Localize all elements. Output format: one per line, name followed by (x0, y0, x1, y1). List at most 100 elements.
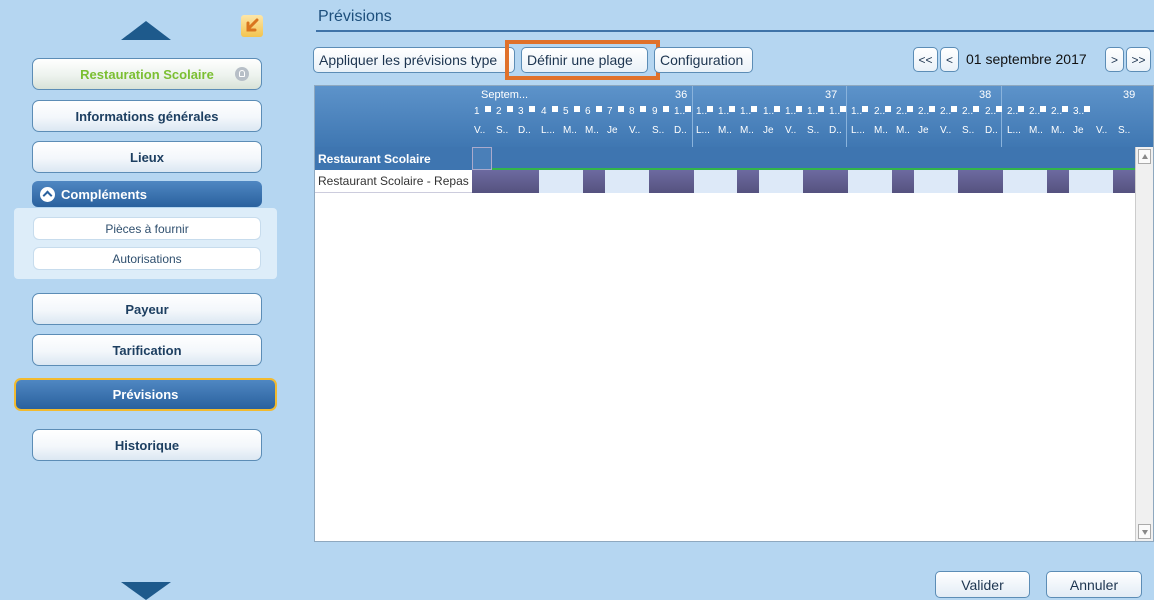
day-checkbox-icon[interactable] (663, 106, 669, 112)
sidebar-item-historique[interactable]: Historique (32, 429, 262, 461)
day-checkbox-icon[interactable] (862, 106, 868, 112)
booking-bar[interactable] (958, 170, 1003, 193)
apply-forecast-types-button[interactable]: Appliquer les prévisions type (313, 47, 515, 73)
lock-icon (235, 67, 249, 81)
booking-bar[interactable] (472, 170, 539, 193)
day-checkbox-icon[interactable] (796, 106, 802, 112)
item-row-band[interactable] (472, 170, 1135, 193)
sidebar-item-restauration-scolaire[interactable]: Restauration Scolaire (32, 58, 262, 90)
day-name: L... (541, 125, 555, 136)
day-number: 2.. (874, 106, 886, 117)
title-divider (316, 30, 1154, 32)
day-checkbox-icon[interactable] (818, 106, 824, 112)
previous-page-button[interactable]: < (940, 47, 959, 72)
week-number: 37 (825, 89, 838, 101)
day-checkbox-icon[interactable] (529, 106, 535, 112)
cancel-button[interactable]: Annuler (1046, 571, 1142, 598)
sidebar-item-informations-generales[interactable]: Informations générales (32, 100, 262, 132)
chevron-up-icon (40, 186, 55, 202)
sidebar-item-payeur[interactable]: Payeur (32, 293, 262, 325)
day-checkbox-icon[interactable] (507, 106, 513, 112)
sidebar-subitem-autorisations[interactable]: Autorisations (33, 247, 261, 270)
sidebar-item-lieux[interactable]: Lieux (32, 141, 262, 173)
sidebar-section-complements[interactable]: Compléments (32, 181, 262, 207)
day-name: D.. (829, 125, 842, 136)
week-number: 36 (675, 89, 688, 101)
booking-bar[interactable] (649, 170, 694, 193)
day-checkbox-icon[interactable] (574, 106, 580, 112)
scroll-down-arrow-icon[interactable] (121, 582, 171, 600)
sidebar-subitem-pieces-a-fournir[interactable]: Pièces à fournir (33, 217, 261, 240)
day-checkbox-icon[interactable] (552, 106, 558, 112)
grid-header: Septem... 36 37 38 39 1 2 3 4 5 6 7 8 9 1.. 1.. 1..… (315, 86, 1153, 147)
scroll-up-icon[interactable] (1138, 149, 1151, 164)
day-checkbox-icon[interactable] (885, 106, 891, 112)
booking-bar[interactable] (1113, 170, 1135, 193)
day-checkbox-icon[interactable] (1040, 106, 1046, 112)
day-number: 1.. (718, 106, 730, 117)
first-page-button[interactable]: << (913, 47, 938, 72)
day-checkbox-icon[interactable] (774, 106, 780, 112)
sidebar-item-tarification[interactable]: Tarification (32, 334, 262, 366)
configuration-label: Configuration (660, 52, 744, 68)
sidebar-subitem-label: Pièces à fournir (105, 221, 189, 236)
week-separator (846, 86, 847, 147)
day-checkbox-icon[interactable] (840, 106, 846, 112)
day-checkbox-icon[interactable] (618, 106, 624, 112)
day-checkbox-icon[interactable] (1018, 106, 1024, 112)
sidebar-item-label: Tarification (112, 342, 182, 358)
day-name: M.. (740, 125, 754, 136)
day-name: M.. (718, 125, 732, 136)
scroll-down-icon[interactable] (1138, 524, 1151, 539)
sidebar-item-label: Lieux (130, 149, 164, 165)
day-name: M.. (1051, 125, 1065, 136)
forecast-grid: Septem... 36 37 38 39 1 2 3 4 5 6 7 8 9 1.. 1.. 1..… (314, 85, 1154, 542)
last-page-button[interactable]: >> (1126, 47, 1151, 72)
day-number: 7 (607, 106, 613, 117)
day-checkbox-icon[interactable] (1062, 106, 1068, 112)
day-checkbox-icon[interactable] (1084, 106, 1090, 112)
sidebar-item-previsions[interactable]: Prévisions (14, 378, 277, 411)
day-checkbox-icon[interactable] (485, 106, 491, 112)
day-number: 1.. (785, 106, 797, 117)
collapse-panel-button[interactable] (241, 15, 263, 37)
group-row-band (472, 147, 1135, 170)
day-checkbox-icon[interactable] (729, 106, 735, 112)
day-checkbox-icon[interactable] (640, 106, 646, 112)
day-name: Je (1073, 125, 1084, 136)
sidebar-item-label: Prévisions (112, 387, 179, 402)
validate-button[interactable]: Valider (935, 571, 1030, 598)
day-number: 2 (496, 106, 502, 117)
day-name: L... (1007, 125, 1021, 136)
day-number: 2.. (1029, 106, 1041, 117)
day-number: 8 (629, 106, 635, 117)
sidebar-item-label: Payeur (125, 301, 169, 317)
day-checkbox-icon[interactable] (973, 106, 979, 112)
vertical-scrollbar[interactable] (1135, 147, 1153, 541)
next-page-button[interactable]: > (1105, 47, 1124, 72)
day-checkbox-icon[interactable] (929, 106, 935, 112)
scroll-up-arrow-icon[interactable] (121, 21, 171, 40)
day-name: V.. (940, 125, 952, 136)
day-number: 2.. (918, 106, 930, 117)
selected-cell[interactable] (472, 147, 492, 170)
booking-bar[interactable] (803, 170, 848, 193)
booking-bar[interactable] (892, 170, 914, 193)
day-checkbox-icon[interactable] (685, 106, 691, 112)
day-checkbox-icon[interactable] (751, 106, 757, 112)
booking-bar[interactable] (737, 170, 759, 193)
month-label: Septem... (481, 89, 529, 101)
sidebar-item-label: Informations générales (75, 108, 219, 124)
item-row-label[interactable]: Restaurant Scolaire - Repas (315, 170, 472, 193)
sidebar-section-label: Compléments (61, 186, 147, 202)
day-checkbox-icon[interactable] (596, 106, 602, 112)
day-checkbox-icon[interactable] (996, 106, 1002, 112)
define-range-button[interactable]: Définir une plage (521, 47, 648, 73)
booking-bar[interactable] (583, 170, 605, 193)
day-checkbox-icon[interactable] (907, 106, 913, 112)
group-row-label[interactable]: Restaurant Scolaire (315, 147, 472, 170)
configuration-button[interactable]: Configuration (654, 47, 753, 73)
booking-bar[interactable] (1047, 170, 1069, 193)
day-checkbox-icon[interactable] (951, 106, 957, 112)
day-checkbox-icon[interactable] (707, 106, 713, 112)
